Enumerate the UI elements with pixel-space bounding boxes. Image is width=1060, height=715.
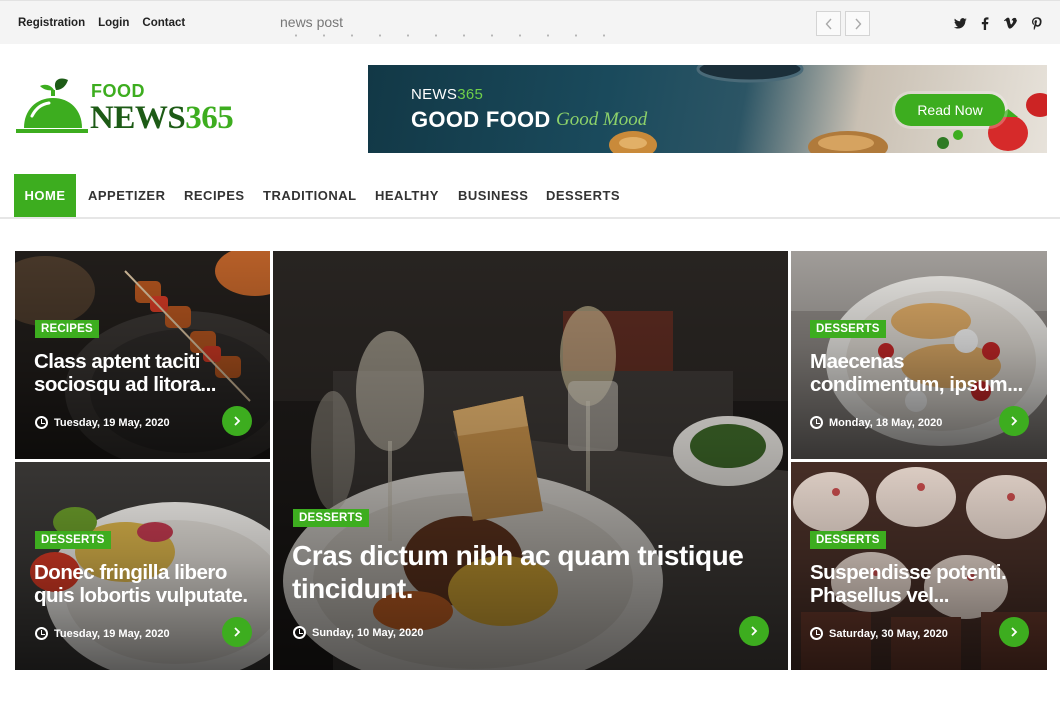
banner-brand: NEWS365 — [411, 86, 483, 103]
post-title-line-1: Donec fringilla libero — [34, 561, 227, 584]
post-card[interactable]: DESSERTS Suspendisse potenti. Phasellus … — [791, 462, 1047, 670]
banner-brand-number: 365 — [457, 86, 484, 103]
top-bar: Registration Login Contact news post — [0, 0, 1060, 44]
post-title-line-1: Cras dictum nibh ac quam tristique — [292, 540, 744, 571]
nav-home[interactable]: HOME — [14, 174, 76, 217]
post-title[interactable]: Cras dictum nibh ac quam tristique tinci… — [292, 539, 744, 605]
logo-number: 365 — [185, 100, 234, 136]
post-date: Monday, 18 May, 2020 — [810, 416, 942, 429]
post-date-text: Tuesday, 19 May, 2020 — [54, 627, 170, 640]
ticker-dots — [282, 34, 612, 37]
category-badge[interactable]: DESSERTS — [810, 320, 886, 338]
ticker-prev-button[interactable] — [816, 11, 841, 36]
clock-icon — [810, 416, 823, 429]
post-title[interactable]: Class aptent taciti sociosqu ad litora..… — [34, 350, 217, 396]
chevron-right-icon — [234, 627, 241, 637]
read-more-button[interactable] — [999, 406, 1029, 436]
main-nav: HOME APPETIZER RECIPES TRADITIONAL HEALT… — [0, 174, 1060, 219]
post-card[interactable]: DESSERTS Maecenas condimentum, ipsum... … — [791, 251, 1047, 459]
nav-healthy[interactable]: HEALTHY — [375, 174, 439, 217]
category-badge[interactable]: DESSERTS — [810, 531, 886, 549]
clock-icon — [35, 416, 48, 429]
chevron-right-icon — [751, 626, 758, 636]
banner-script-text: Good Mood — [556, 109, 648, 130]
post-card-featured[interactable]: DESSERTS Cras dictum nibh ac quam tristi… — [273, 251, 788, 670]
cloche-logo-icon — [16, 78, 88, 133]
clock-icon — [810, 627, 823, 640]
post-card[interactable]: RECIPES Class aptent taciti sociosqu ad … — [15, 251, 270, 459]
chevron-right-icon — [1011, 627, 1018, 637]
header-banner-ad[interactable]: NEWS365 GOOD FOOD Good Mood Read Now — [368, 65, 1047, 153]
post-date-text: Monday, 18 May, 2020 — [829, 416, 943, 429]
image-overlay — [273, 251, 788, 670]
post-title-line-2: quis lobortis vulputate. — [34, 584, 248, 607]
contact-link[interactable]: Contact — [142, 17, 185, 29]
logo-news-word: NEWS — [90, 100, 186, 136]
nav-traditional[interactable]: TRADITIONAL — [263, 174, 357, 217]
post-date: Tuesday, 19 May, 2020 — [35, 416, 170, 429]
banner-read-now-button[interactable]: Read Now — [895, 94, 1005, 126]
login-link[interactable]: Login — [98, 17, 129, 29]
category-badge[interactable]: RECIPES — [35, 320, 99, 338]
top-links: Registration Login Contact — [18, 17, 185, 29]
post-title-line-1: Suspendisse potenti. — [810, 561, 1007, 584]
nav-appetizer[interactable]: APPETIZER — [88, 174, 165, 217]
news-ticker-label[interactable]: news post — [280, 14, 343, 30]
post-title-line-1: Class aptent taciti — [34, 350, 200, 373]
post-date-text: Sunday, 10 May, 2020 — [312, 626, 424, 639]
site-logo[interactable]: FOOD NEWS365 — [16, 78, 256, 140]
post-title-line-1: Maecenas — [810, 350, 905, 373]
category-badge[interactable]: DESSERTS — [293, 509, 369, 527]
post-card[interactable]: DESSERTS Donec fringilla libero quis lob… — [15, 462, 270, 670]
banner-headline: GOOD FOOD — [411, 107, 551, 132]
post-title[interactable]: Suspendisse potenti. Phasellus vel... — [810, 561, 1007, 607]
post-date-text: Tuesday, 19 May, 2020 — [54, 416, 170, 429]
post-title-line-2: sociosqu ad litora... — [34, 373, 217, 396]
category-badge[interactable]: DESSERTS — [35, 531, 111, 549]
read-more-button[interactable] — [739, 616, 769, 646]
nav-business[interactable]: BUSINESS — [458, 174, 528, 217]
read-more-button[interactable] — [999, 617, 1029, 647]
chevron-right-icon — [1011, 416, 1018, 426]
post-title-line-2: tincidunt. — [292, 573, 413, 604]
logo-food-text: FOOD — [91, 81, 145, 101]
pinterest-icon[interactable] — [1030, 15, 1044, 31]
post-title-line-2: condimentum, ipsum... — [810, 373, 1023, 396]
post-title[interactable]: Maecenas condimentum, ipsum... — [810, 350, 1023, 396]
post-date: Sunday, 10 May, 2020 — [293, 626, 423, 639]
post-title[interactable]: Donec fringilla libero quis lobortis vul… — [34, 561, 248, 607]
ticker-next-button[interactable] — [845, 11, 870, 36]
post-date-text: Saturday, 30 May, 2020 — [829, 627, 948, 640]
post-title-line-2: Phasellus vel... — [810, 584, 950, 607]
registration-link[interactable]: Registration — [18, 17, 85, 29]
facebook-icon[interactable] — [978, 15, 992, 31]
nav-desserts[interactable]: DESSERTS — [546, 174, 620, 217]
read-more-button[interactable] — [222, 617, 252, 647]
clock-icon — [35, 627, 48, 640]
banner-brand-news: NEWS — [411, 86, 458, 103]
clock-icon — [293, 626, 306, 639]
post-date: Tuesday, 19 May, 2020 — [35, 627, 170, 640]
chevron-right-icon — [854, 18, 861, 29]
read-more-button[interactable] — [222, 406, 252, 436]
logo-news-text: NEWS365 — [90, 100, 234, 137]
chevron-left-icon — [825, 18, 832, 29]
chevron-right-icon — [234, 416, 241, 426]
nav-recipes[interactable]: RECIPES — [184, 174, 245, 217]
vimeo-icon[interactable] — [1003, 15, 1017, 31]
post-date: Saturday, 30 May, 2020 — [810, 627, 948, 640]
twitter-icon[interactable] — [953, 15, 967, 31]
